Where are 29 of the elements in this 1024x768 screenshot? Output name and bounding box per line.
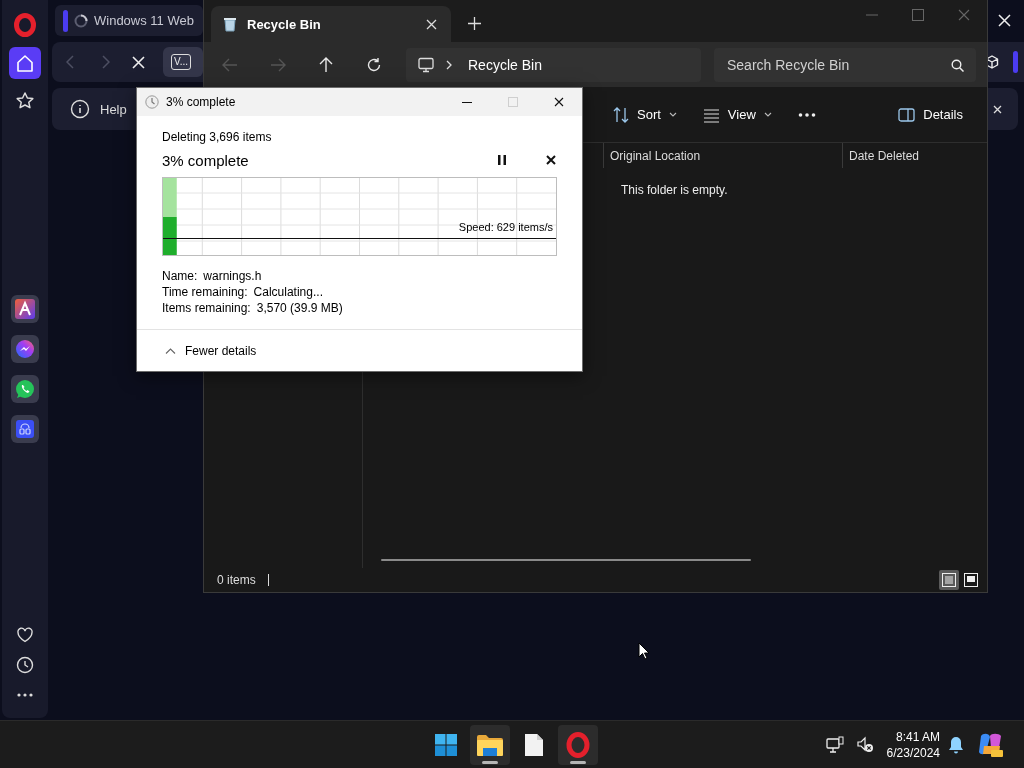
- view-button[interactable]: View: [696, 98, 778, 131]
- browser-tab[interactable]: Windows 11 Web: [55, 5, 203, 36]
- sort-button[interactable]: Sort: [607, 98, 683, 131]
- empty-folder-message: This folder is empty.: [621, 183, 729, 197]
- breadcrumb-item[interactable]: Recycle Bin: [468, 56, 542, 73]
- detail-label: Items remaining:: [162, 300, 251, 316]
- search-field[interactable]: Search Recycle Bin: [714, 47, 976, 82]
- progress-heading: 3% complete: [162, 151, 250, 169]
- address-bar[interactable]: Recycle Bin: [406, 47, 701, 82]
- fewer-details-toggle[interactable]: Fewer details: [165, 343, 257, 358]
- speed-label: Speed: 629 items/s: [458, 220, 553, 234]
- detail-value: warnings.h: [203, 268, 262, 284]
- chip-label: V...: [171, 54, 192, 70]
- detail-label: Time remaining:: [162, 284, 248, 300]
- clock-time[interactable]: 8:41 AM: [895, 728, 940, 745]
- column-header[interactable]: Original Location: [603, 143, 842, 168]
- item-count: 0 items: [217, 573, 256, 587]
- tab-chip[interactable]: V...: [163, 47, 203, 77]
- info-text: Help: [100, 101, 127, 117]
- window-title: 3% complete: [166, 95, 236, 109]
- detail-value: 3,570 (39.9 MB): [256, 300, 343, 316]
- operation-summary: Deleting 3,696 items: [162, 130, 273, 144]
- clock-date[interactable]: 6/23/2024: [886, 744, 940, 761]
- details-button[interactable]: Details: [892, 98, 969, 131]
- detail-label: Name:: [162, 268, 198, 284]
- explorer-tab[interactable]: Recycle Bin: [211, 6, 451, 42]
- tab-title: Recycle Bin: [247, 16, 322, 32]
- column-header[interactable]: Date Deleted: [842, 143, 920, 168]
- detail-value: Calculating...: [253, 284, 323, 300]
